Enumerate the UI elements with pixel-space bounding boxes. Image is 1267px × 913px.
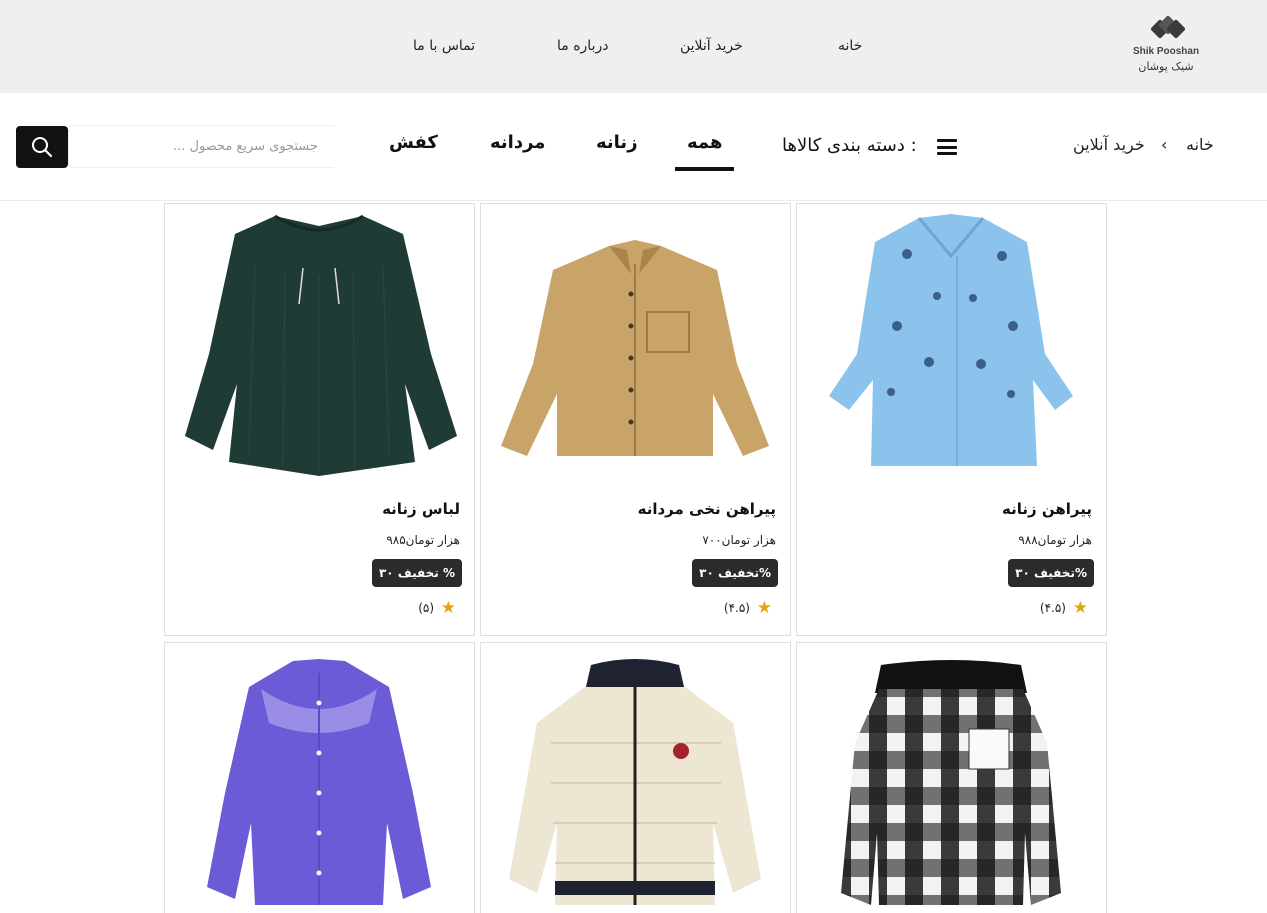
tab-men[interactable]: مردانه <box>490 132 545 153</box>
star-icon: ★ <box>756 598 772 618</box>
product-card[interactable]: پیراهن نخی مردانه ۷۰۰هزار تومان تخفیف ۳۰… <box>480 203 791 636</box>
cream-puffer-jacket-image[interactable] <box>481 643 790 913</box>
black-white-plaid-hooded-shirt-image[interactable] <box>797 643 1106 913</box>
product-card[interactable] <box>796 642 1107 913</box>
discount-badge: تخفیف ۳۰ % <box>371 559 462 587</box>
dark-green-pleated-blouse-image[interactable] <box>165 204 474 484</box>
product-rating: (۴.۵) <box>1039 601 1066 615</box>
top-header: Shik Pooshan شیک پوشان خانه خرید آنلاین … <box>0 0 1267 93</box>
discount-badge: تخفیف ۳۰% <box>692 559 778 587</box>
search-input[interactable] <box>68 125 334 168</box>
search-button[interactable] <box>16 126 68 168</box>
product-card[interactable] <box>480 642 791 913</box>
product-title[interactable]: پیراهن زنانه <box>1002 500 1092 518</box>
tab-all[interactable]: همه <box>674 132 736 171</box>
breadcrumb-current: خرید آنلاین <box>1073 135 1145 154</box>
product-card[interactable] <box>164 642 475 913</box>
breadcrumb-home[interactable]: خانه <box>1186 135 1214 154</box>
purple-lace-yoke-blouse-image[interactable] <box>165 643 474 913</box>
product-card[interactable]: لباس زنانه ۹۸۵هزار تومان تخفیف ۳۰ % ★ (۵… <box>164 203 475 636</box>
product-price: ۹۸۵هزار تومان <box>386 533 460 547</box>
tab-women[interactable]: زنانه <box>596 132 638 153</box>
menu-icon[interactable] <box>937 139 957 155</box>
category-label: دسته بندی کالاها : <box>782 135 917 156</box>
nav-shop[interactable]: خرید آنلاین <box>680 38 743 54</box>
header-divider <box>0 200 1267 201</box>
product-rating: (۴.۵) <box>723 601 750 615</box>
light-blue-embroidered-blouse-image[interactable] <box>797 204 1106 484</box>
chevron-left-icon: ‹ <box>1161 135 1168 154</box>
brand-logo[interactable]: Shik Pooshan شیک پوشان <box>1128 15 1204 73</box>
search-icon <box>32 137 53 158</box>
tan-corduroy-shirt-image[interactable] <box>481 204 790 484</box>
nav-contact[interactable]: تماس با ما <box>413 38 475 54</box>
product-title[interactable]: پیراهن نخی مردانه <box>638 500 776 518</box>
brand-name-fa: شیک پوشان <box>1138 60 1194 73</box>
product-price: ۹۸۸هزار تومان <box>1018 533 1092 547</box>
product-title[interactable]: لباس زنانه <box>382 500 460 518</box>
discount-badge: تخفیف ۳۰% <box>1008 559 1094 587</box>
logo-icon <box>1148 15 1186 42</box>
tab-shoes[interactable]: کفش <box>389 132 438 153</box>
star-icon: ★ <box>440 598 456 618</box>
nav-about[interactable]: درباره ما <box>557 38 608 54</box>
product-price: ۷۰۰هزار تومان <box>702 533 776 547</box>
brand-name-en: Shik Pooshan <box>1132 46 1200 57</box>
star-icon: ★ <box>1072 598 1088 618</box>
nav-home[interactable]: خانه <box>838 38 862 54</box>
product-rating: (۵) <box>418 601 434 615</box>
product-card[interactable]: پیراهن زنانه ۹۸۸هزار تومان تخفیف ۳۰% ★ (… <box>796 203 1107 636</box>
